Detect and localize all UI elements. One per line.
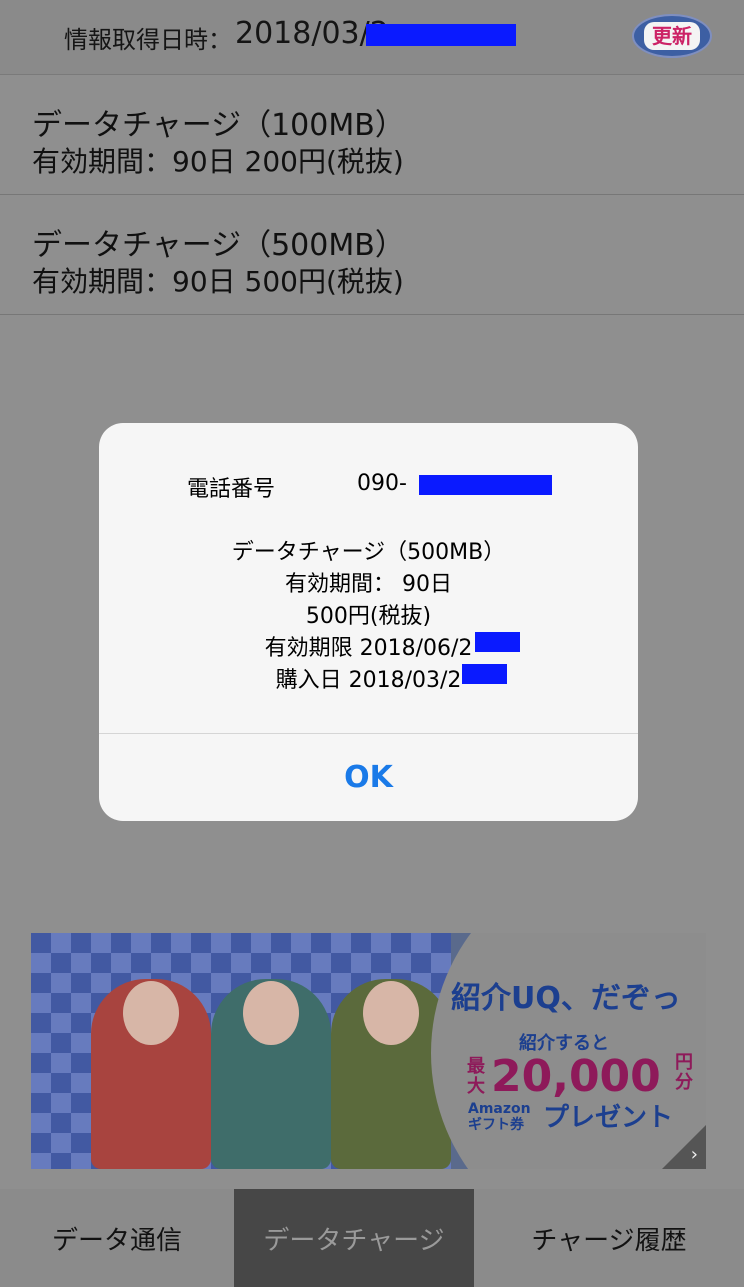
banner-corner [662, 1125, 706, 1169]
phone-value: 090- [357, 471, 407, 496]
redaction-block [462, 664, 507, 684]
plan-period: 有効期間： 90日 [285, 572, 452, 597]
tab-data-charge[interactable]: データチャージ [234, 1189, 474, 1287]
banner-yen: 円分 [675, 1052, 693, 1093]
banner-face [123, 981, 179, 1045]
promo-banner[interactable]: 紹介UQ、だぞっ 紹介すると 最大 20,000 円分 Amazon ギフト券 … [31, 933, 706, 1169]
charge-option-detail: 有効期間：90日 200円(税抜) [32, 145, 404, 178]
charge-option-name: データチャージ（500MB） [32, 228, 405, 263]
charge-option-100mb[interactable]: データチャージ（100MB） 有効期間：90日 200円(税抜) [0, 76, 744, 195]
phone-label: 電話番号 [187, 477, 276, 502]
chevron-right-icon: › [690, 1144, 698, 1165]
plan-price: 500円(税抜) [305, 604, 432, 629]
redaction-block [366, 24, 516, 46]
banner-amazon: Amazon ギフト券 [468, 1101, 531, 1133]
banner-face [363, 981, 419, 1045]
banner-present: プレゼント [543, 1103, 674, 1133]
refresh-button[interactable]: 更新 [632, 14, 712, 58]
charge-option-detail: 有効期間：90日 500円(税抜) [32, 265, 404, 298]
tab-bar: データ通信 データチャージ チャージ履歴 [0, 1189, 744, 1287]
confirmation-dialog: 電話番号 090- データチャージ（500MB） 有効期間： 90日 500円(… [99, 423, 638, 821]
charge-option-name: データチャージ（100MB） [32, 108, 405, 143]
refresh-button-label: 更新 [644, 22, 700, 50]
charge-option-500mb[interactable]: データチャージ（500MB） 有効期間：90日 500円(税抜) [0, 196, 744, 315]
plan-name: データチャージ（500MB） [231, 540, 506, 565]
purchase-date: 購入日 2018/03/2 [275, 668, 462, 693]
tab-charge-history[interactable]: チャージ履歴 [474, 1189, 744, 1287]
banner-face [243, 981, 299, 1045]
expiry-date: 有効期限 2018/06/2 [264, 636, 473, 661]
redaction-block [475, 632, 520, 652]
header-bar: 情報取得日時： 2018/03/2 更新 [0, 0, 744, 75]
fetch-time-label: 情報取得日時： [64, 26, 232, 54]
tab-data-usage[interactable]: データ通信 [0, 1189, 234, 1287]
redaction-block [419, 475, 552, 495]
banner-max: 最大 [467, 1056, 485, 1097]
banner-headline: 紹介UQ、だぞっ [451, 981, 681, 1016]
banner-amount: 20,000 [491, 1051, 661, 1102]
ok-button[interactable]: OK [99, 734, 638, 821]
